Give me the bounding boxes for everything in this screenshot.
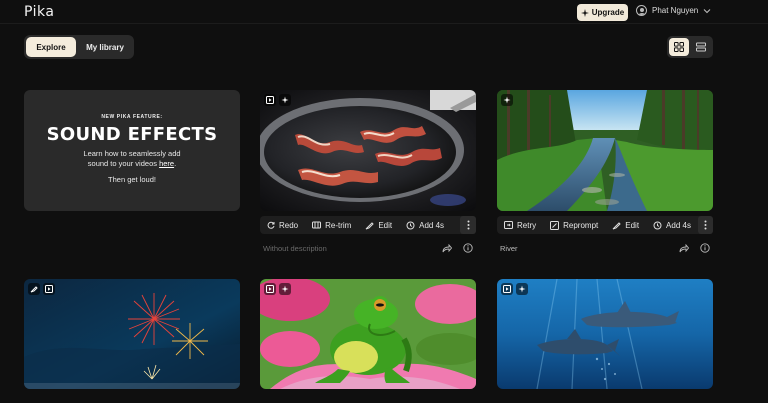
add-4s-label: Add 4s: [666, 220, 691, 230]
edit-label: Edit: [625, 220, 640, 230]
retrim-button[interactable]: Re-trim: [305, 216, 358, 234]
video-icon: [264, 94, 276, 106]
share-icon[interactable]: [442, 243, 452, 253]
video-thumbnail-bacon[interactable]: [260, 90, 476, 211]
thumbnail-badges: [264, 283, 291, 295]
promo-title: SOUND EFFECTS: [46, 124, 218, 145]
reprompt-button[interactable]: Reprompt: [543, 216, 605, 234]
upgrade-label: Upgrade: [591, 8, 625, 17]
redo-icon: [267, 221, 275, 229]
retrim-label: Re-trim: [325, 220, 352, 230]
bacon-pan-image: [260, 90, 476, 211]
avatar: [636, 5, 647, 16]
pencil-icon: [550, 220, 560, 230]
redo-button[interactable]: Redo: [260, 216, 305, 234]
grid-icon: [674, 42, 684, 52]
card-actions-river: Retry Reprompt Edit Add 4s: [497, 216, 713, 234]
more-options-button[interactable]: [460, 216, 476, 234]
upgrade-button[interactable]: Upgrade: [577, 4, 628, 21]
thumbnail-badges: [501, 94, 513, 106]
fireworks-image: [24, 279, 240, 389]
promo-here-link[interactable]: here: [159, 159, 174, 168]
thumbnail-badges: [28, 283, 55, 295]
add-4s-label: Add 4s: [419, 220, 445, 230]
dolphins-underwater-image: [497, 279, 713, 389]
promo-body-period: .: [174, 159, 177, 168]
video-description: River: [500, 243, 518, 253]
brush-icon: [365, 221, 375, 230]
kebab-icon: [467, 220, 470, 230]
sound-effects-promo[interactable]: NEW PIKA FEATURE: SOUND EFFECTS Learn ho…: [24, 90, 240, 211]
user-name: Phat Nguyen: [652, 6, 699, 15]
share-icon[interactable]: [679, 243, 689, 253]
sparkle-effects-icon: [279, 94, 291, 106]
retry-button[interactable]: Retry: [497, 216, 543, 234]
video-thumbnail-dolphins[interactable]: [497, 279, 713, 389]
video-icon: [501, 283, 513, 295]
sparkle-effects-icon: [501, 94, 513, 106]
promo-cta: Then get loud!: [108, 175, 156, 184]
info-icon[interactable]: [700, 243, 710, 253]
library-tabs: Explore My library: [24, 35, 134, 59]
sparkle-icon: [580, 8, 589, 17]
frog-on-flower-image: [260, 279, 476, 389]
list-view-button[interactable]: [691, 38, 711, 56]
user-menu[interactable]: Phat Nguyen: [636, 5, 711, 16]
edit-button[interactable]: Edit: [358, 216, 399, 234]
sparkle-effects-icon: [516, 283, 528, 295]
thumbnail-badges: [264, 94, 291, 106]
info-icon[interactable]: [463, 243, 473, 253]
add-4s-button[interactable]: Add 4s: [399, 216, 451, 234]
kebab-icon: [704, 220, 707, 230]
more-options-button[interactable]: [697, 216, 713, 234]
promo-body-line1: Learn how to seamlessly add: [83, 149, 181, 158]
thumbnail-badges: [501, 283, 528, 295]
promo-body-line2: sound to your videos here.: [83, 159, 180, 169]
card-meta-bacon: Without description: [263, 241, 473, 255]
reprompt-label: Reprompt: [563, 220, 599, 230]
video-thumbnail-river[interactable]: [497, 90, 713, 211]
extend-icon: [653, 221, 662, 230]
pika-logo[interactable]: Pika: [24, 4, 54, 20]
video-icon: [43, 283, 55, 295]
retry-label: Retry: [517, 220, 537, 230]
edit-label: Edit: [378, 220, 393, 230]
redo-label: Redo: [279, 220, 299, 230]
sparkle-effects-icon: [279, 283, 291, 295]
extend-icon: [406, 221, 415, 230]
list-icon: [696, 42, 706, 52]
promo-body: Learn how to seamlessly add sound to you…: [83, 149, 180, 169]
video-icon: [264, 283, 276, 295]
tab-explore[interactable]: Explore: [26, 37, 76, 57]
chevron-down-icon: [703, 8, 711, 14]
video-description: Without description: [263, 243, 327, 253]
card-actions-bacon: Redo Re-trim Edit Add 4s: [260, 216, 476, 234]
promo-body-text: sound to your videos: [87, 159, 160, 168]
tab-my-library[interactable]: My library: [78, 37, 132, 57]
view-toggle: [667, 36, 713, 58]
card-meta-river: River: [500, 241, 710, 255]
river-forest-image: [497, 90, 713, 211]
video-thumbnail-fireworks[interactable]: [24, 279, 240, 389]
promo-kicker: NEW PIKA FEATURE:: [101, 114, 163, 120]
retry-icon: [504, 221, 513, 229]
extend-badge-icon: [28, 283, 40, 295]
grid-view-button[interactable]: [669, 38, 689, 56]
top-bar: Pika Upgrade Phat Nguyen: [0, 0, 768, 24]
edit-button[interactable]: Edit: [605, 216, 646, 234]
video-thumbnail-frog[interactable]: [260, 279, 476, 389]
trim-icon: [312, 221, 322, 229]
add-4s-button[interactable]: Add 4s: [646, 216, 698, 234]
brush-icon: [612, 221, 621, 230]
